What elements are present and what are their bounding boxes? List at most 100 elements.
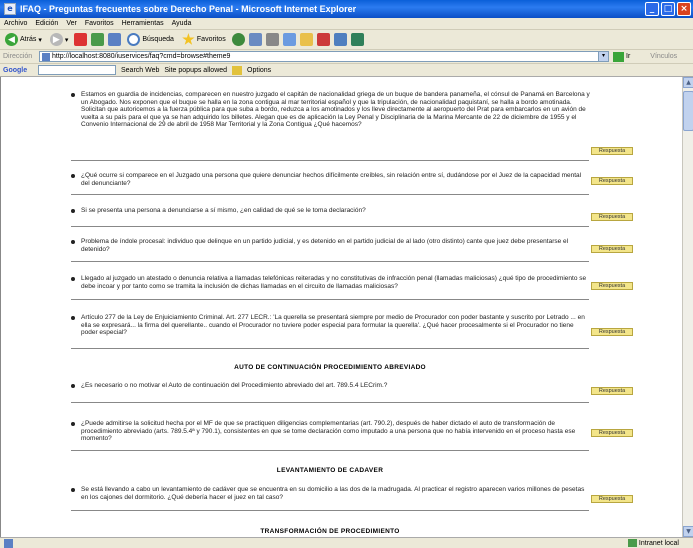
google-logo[interactable]: Google bbox=[3, 67, 33, 74]
faq-question: Problema de índole procesal: individuo q… bbox=[81, 238, 569, 253]
window-title: IFAQ - Preguntas frecuentes sobre Derech… bbox=[20, 4, 357, 14]
bullet-icon bbox=[71, 209, 75, 213]
faq-question: ¿Qué ocurre si comparece en el Juzgado u… bbox=[81, 172, 582, 187]
respuesta-button[interactable]: Respuesta bbox=[591, 213, 633, 221]
menu-ver[interactable]: Ver bbox=[66, 20, 77, 27]
search-icon bbox=[127, 33, 141, 46]
chevron-down-icon[interactable]: ▾ bbox=[38, 36, 42, 44]
favorites-label: Favoritos bbox=[196, 36, 226, 43]
maximize-button[interactable]: □ bbox=[661, 2, 675, 16]
faq-question: ¿Puede admitirse la solicitud hecha por … bbox=[81, 420, 576, 442]
scroll-down-button[interactable]: ▼ bbox=[683, 526, 693, 537]
forward-button[interactable]: ▶ ▾ bbox=[48, 32, 71, 48]
stop-icon[interactable] bbox=[74, 33, 88, 46]
menu-favoritos[interactable]: Favoritos bbox=[85, 20, 114, 27]
go-button[interactable]: Ir bbox=[613, 51, 631, 62]
folder-icon[interactable] bbox=[299, 33, 313, 46]
popup-blocker-button[interactable]: Site popups allowed bbox=[164, 67, 227, 74]
status-bar: Intranet local bbox=[0, 537, 693, 548]
chevron-down-icon[interactable]: ▾ bbox=[65, 36, 69, 44]
bullet-icon bbox=[71, 384, 75, 388]
respuesta-button[interactable]: Respuesta bbox=[591, 429, 633, 437]
search-web-button[interactable]: Search Web bbox=[121, 67, 159, 74]
divider bbox=[71, 450, 589, 451]
search-button[interactable]: Búsqueda bbox=[125, 32, 176, 48]
bullet-icon bbox=[71, 93, 75, 97]
refresh-icon[interactable] bbox=[91, 33, 105, 46]
print-icon[interactable] bbox=[265, 33, 279, 46]
edit-icon[interactable] bbox=[282, 33, 296, 46]
bullet-icon bbox=[71, 277, 75, 281]
section-heading: LEVANTAMIENTO DE CADAVER bbox=[276, 467, 384, 474]
address-dropdown-button[interactable]: ▾ bbox=[599, 51, 609, 62]
page-done-icon bbox=[4, 538, 13, 548]
faq-item: ¿Qué ocurre si comparece en el Juzgado u… bbox=[71, 172, 591, 187]
discuss-icon[interactable] bbox=[333, 33, 347, 46]
page-content: Estamos en guardia de incidencias, compa… bbox=[0, 77, 682, 537]
forward-arrow-icon: ▶ bbox=[49, 33, 63, 46]
faq-item: Se está llevando a cabo un levantamiento… bbox=[71, 486, 591, 501]
favorites-button[interactable]: Favoritos bbox=[180, 32, 228, 48]
title-bar: e IFAQ - Preguntas frecuentes sobre Dere… bbox=[0, 0, 693, 18]
scroll-thumb[interactable] bbox=[683, 91, 693, 131]
home-icon[interactable] bbox=[108, 33, 122, 46]
respuesta-button[interactable]: Respuesta bbox=[591, 282, 633, 290]
faq-item: Llegado al juzgado un atestado o denunci… bbox=[71, 275, 591, 290]
address-input[interactable]: http://localhost:8080/iuservices/faq?cmd… bbox=[39, 51, 599, 62]
respuesta-button[interactable]: Respuesta bbox=[591, 387, 633, 395]
bullet-icon bbox=[71, 488, 75, 492]
links-button[interactable]: Vínculos bbox=[650, 53, 677, 60]
google-search-input[interactable] bbox=[38, 65, 116, 75]
divider bbox=[71, 510, 589, 511]
research-icon[interactable] bbox=[350, 33, 364, 46]
menu-edicion[interactable]: Edición bbox=[35, 20, 58, 27]
bullet-icon bbox=[71, 316, 75, 320]
divider bbox=[71, 160, 589, 161]
divider bbox=[71, 261, 589, 262]
address-label: Dirección bbox=[3, 53, 33, 60]
faq-question: Si se presenta una persona a denunciarse… bbox=[81, 207, 366, 214]
respuesta-button[interactable]: Respuesta bbox=[591, 495, 633, 503]
faq-item: Problema de índole procesal: individuo q… bbox=[71, 238, 591, 253]
messenger-icon[interactable] bbox=[316, 33, 330, 46]
close-button[interactable]: × bbox=[677, 2, 691, 16]
options-icon bbox=[232, 65, 243, 75]
toolbar: ◀ Atrás ▾ ▶ ▾ Búsqueda Favoritos bbox=[0, 30, 693, 50]
section-heading: AUTO DE CONTINUACIÓN PROCEDIMIENTO ABREV… bbox=[234, 364, 426, 371]
divider bbox=[71, 299, 589, 300]
address-bar: Dirección http://localhost:8080/iuservic… bbox=[0, 50, 693, 64]
menu-bar: Archivo Edición Ver Favoritos Herramient… bbox=[0, 18, 693, 30]
bullet-icon bbox=[71, 422, 75, 426]
faq-question: Se está llevando a cabo un levantamiento… bbox=[81, 486, 585, 501]
go-label: Ir bbox=[626, 53, 631, 60]
faq-item: Estamos en guardia de incidencias, compa… bbox=[71, 91, 591, 129]
section-heading: TRANSFORMACIÓN DE PROCEDIMIENTO bbox=[260, 528, 400, 535]
faq-question: Artículo 277 de la Ley de Enjuiciamiento… bbox=[81, 314, 585, 336]
bullet-icon bbox=[71, 174, 75, 178]
respuesta-button[interactable]: Respuesta bbox=[591, 245, 633, 253]
respuesta-button[interactable]: Respuesta bbox=[591, 147, 633, 155]
vertical-scrollbar[interactable]: ▲ ▼ bbox=[682, 77, 693, 537]
faq-question: ¿Es necesario o no motivar el Auto de co… bbox=[81, 382, 388, 389]
search-label: Búsqueda bbox=[142, 36, 174, 43]
security-zone: Intranet local bbox=[627, 539, 679, 547]
menu-archivo[interactable]: Archivo bbox=[4, 20, 27, 27]
go-arrow-icon bbox=[613, 51, 624, 62]
respuesta-button[interactable]: Respuesta bbox=[591, 328, 633, 336]
respuesta-button[interactable]: Respuesta bbox=[591, 177, 633, 185]
scroll-up-button[interactable]: ▲ bbox=[683, 77, 693, 88]
window-controls: _ □ × bbox=[645, 2, 691, 16]
menu-herramientas[interactable]: Herramientas bbox=[122, 20, 164, 27]
faq-item: ¿Es necesario o no motivar el Auto de co… bbox=[71, 382, 591, 390]
mail-icon[interactable] bbox=[248, 33, 262, 46]
ie-icon: e bbox=[4, 3, 16, 15]
history-icon[interactable] bbox=[231, 33, 245, 46]
menu-ayuda[interactable]: Ayuda bbox=[172, 20, 192, 27]
google-toolbar: Google Search Web Site popups allowed Op… bbox=[0, 64, 693, 77]
star-icon bbox=[182, 33, 195, 45]
back-button[interactable]: ◀ Atrás ▾ bbox=[3, 32, 44, 48]
address-url[interactable]: http://localhost:8080/iuservices/faq?cmd… bbox=[52, 53, 230, 60]
faq-item: Si se presenta una persona a denunciarse… bbox=[71, 207, 591, 215]
minimize-button[interactable]: _ bbox=[645, 2, 659, 16]
options-button[interactable]: Options bbox=[247, 67, 271, 74]
